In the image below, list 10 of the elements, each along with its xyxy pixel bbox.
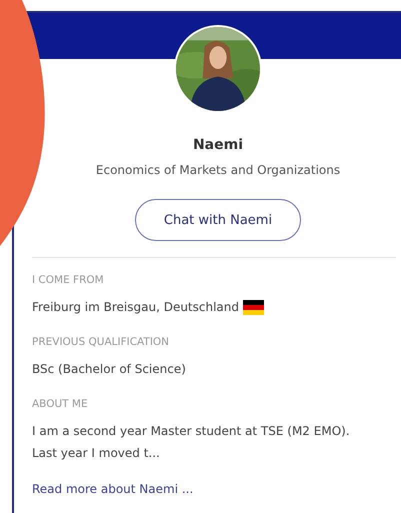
chat-button[interactable]: Chat with Naemi [135, 199, 301, 241]
field-label: I COME FROM [32, 274, 105, 286]
student-name: Naemi [192, 137, 244, 153]
field-value: Freiburg im Breisgau, Deutschland [32, 299, 240, 316]
study-program: Economics of Markets and Organizations [96, 163, 340, 177]
read-more-link[interactable]: Read more about Naemi ... [32, 482, 194, 496]
field-value: BSc (Bachelor of Science) [32, 361, 186, 378]
field-label: PREVIOUS QUALIFICATION [32, 336, 170, 348]
field-label: ABOUT ME [32, 398, 89, 410]
field-value: I am a second year Master student at TSE (M2 EMO). Last year I moved t... [32, 423, 351, 462]
